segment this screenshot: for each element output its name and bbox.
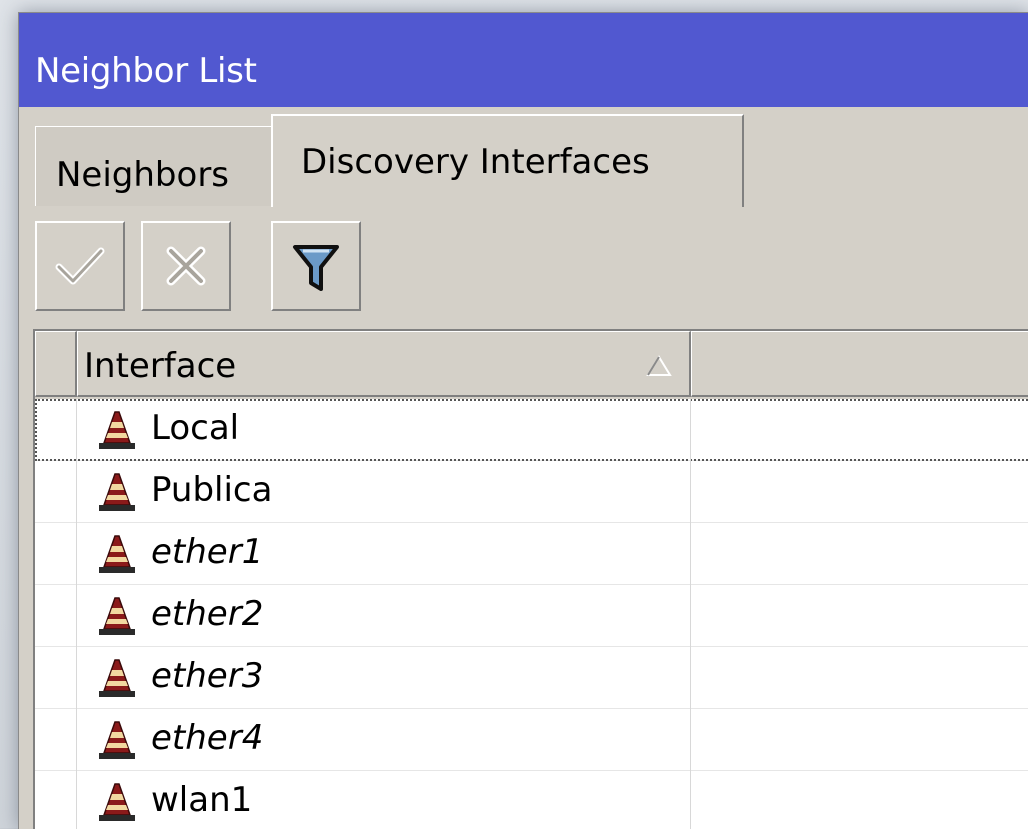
interface-name: wlan1 [151, 780, 253, 820]
tab-discovery-interfaces[interactable]: Discovery Interfaces [271, 114, 744, 207]
toolbar [19, 211, 1028, 329]
header-corner [35, 331, 77, 397]
cross-icon [166, 246, 206, 286]
row-gutter [35, 709, 77, 771]
enable-button[interactable] [35, 221, 125, 311]
neighbor-list-window: Neighbor List Neighbors Discovery Interf… [18, 12, 1028, 829]
interface-name: ether2 [151, 594, 264, 634]
interface-cell: ether1 [77, 523, 691, 585]
tab-discovery-interfaces-label: Discovery Interfaces [301, 142, 650, 182]
column-header-empty[interactable] [691, 331, 1028, 397]
interface-name: ether1 [151, 532, 264, 572]
table-row[interactable]: ether2 [35, 585, 1028, 647]
disable-button[interactable] [141, 221, 231, 311]
interface-name: ether3 [151, 656, 264, 696]
filter-button[interactable] [271, 221, 361, 311]
interface-cell: wlan1 [77, 771, 691, 829]
table-row[interactable]: ether3 [35, 647, 1028, 709]
interface-cell: Publica [77, 461, 691, 523]
interface-cell: ether4 [77, 709, 691, 771]
interfaces-table: Interface Local Publica ether1 ether2 ether3… [33, 329, 1028, 829]
column-header-interface-label: Interface [84, 346, 237, 386]
interface-name: Publica [151, 470, 273, 510]
interface-cell: Local [77, 399, 691, 461]
tab-neighbors-label: Neighbors [56, 155, 230, 195]
row-gutter [35, 647, 77, 709]
interface-cell: ether3 [77, 647, 691, 709]
table-row[interactable]: Publica [35, 461, 1028, 523]
filter-icon [293, 245, 339, 291]
sort-ascending-icon [646, 355, 672, 376]
interface-cell: ether2 [77, 585, 691, 647]
table-row[interactable]: Local [35, 399, 1028, 461]
row-gutter [35, 461, 77, 523]
interface-icon [95, 781, 139, 827]
row-gutter [35, 771, 77, 829]
row-gutter [35, 523, 77, 585]
window-title: Neighbor List [35, 51, 257, 91]
title-bar[interactable]: Neighbor List [19, 13, 1028, 107]
interface-icon [95, 719, 139, 765]
interface-icon [95, 595, 139, 641]
interface-name: ether4 [151, 718, 264, 758]
tab-bar: Neighbors Discovery Interfaces [19, 107, 1028, 211]
interface-icon [95, 471, 139, 517]
table-row[interactable]: ether1 [35, 523, 1028, 585]
check-icon [55, 247, 105, 285]
interface-name: Local [151, 408, 240, 448]
column-header-interface[interactable]: Interface [77, 331, 691, 397]
tab-neighbors[interactable]: Neighbors [35, 126, 271, 206]
table-row[interactable]: ether4 [35, 709, 1028, 771]
table-header: Interface [35, 331, 1028, 399]
interface-icon [95, 409, 139, 455]
interface-icon [95, 657, 139, 703]
table-row[interactable]: wlan1 [35, 771, 1028, 829]
interface-icon [95, 533, 139, 579]
row-gutter [35, 399, 77, 461]
row-gutter [35, 585, 77, 647]
